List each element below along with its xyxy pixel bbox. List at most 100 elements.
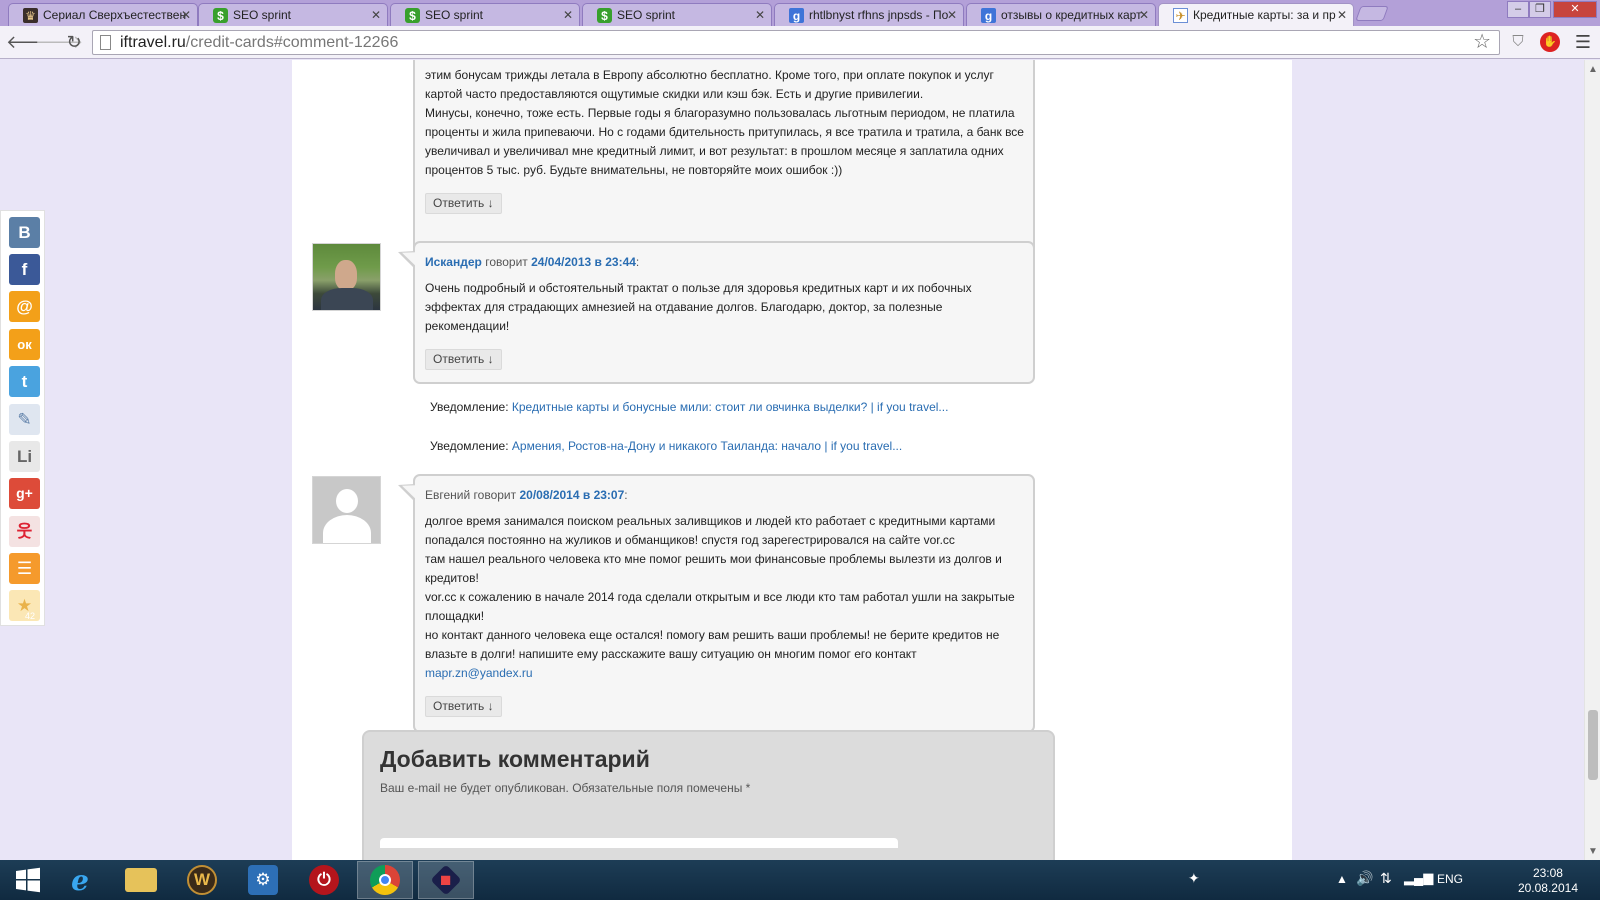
- clock-time: 23:08: [1532, 866, 1563, 880]
- googleplus-icon[interactable]: g+: [9, 478, 40, 509]
- tab-0[interactable]: ♛ Сериал Сверхъестествен ✕: [8, 3, 198, 26]
- vertical-scrollbar[interactable]: ▲ ▼: [1584, 60, 1600, 860]
- page-content: этим бонусам трижды летала в Европу абсо…: [292, 60, 1292, 860]
- network-sync-icon[interactable]: ⇅: [1380, 870, 1392, 887]
- language-indicator[interactable]: ENG: [1437, 872, 1463, 886]
- windows-logo-icon: [16, 867, 40, 893]
- close-icon[interactable]: ✕: [371, 4, 381, 26]
- address-bar[interactable]: iftravel.ru/credit-cards#comment-12266 ☆: [92, 30, 1500, 55]
- favorites-count: 42: [25, 611, 36, 621]
- comment-paragraph: этим бонусам трижды летала в Европу абсо…: [425, 68, 994, 101]
- avatar: [312, 243, 381, 311]
- drama-icon: ♛: [23, 8, 38, 23]
- close-icon[interactable]: ✕: [755, 4, 765, 26]
- new-tab-button[interactable]: [1355, 6, 1389, 21]
- taskbar-ie[interactable]: e: [52, 861, 108, 899]
- taskbar-explorer[interactable]: [113, 861, 169, 899]
- comment-iskander: Искандер говорит 24/04/2013 в 23:44: Оче…: [413, 241, 1035, 384]
- taskbar-game[interactable]: ◆: [418, 861, 474, 899]
- reload-button[interactable]: ↻: [63, 31, 85, 53]
- volume-icon[interactable]: 🔊: [1356, 870, 1373, 887]
- taskbar-power[interactable]: ⏻: [296, 861, 352, 899]
- reload-icon: ↻: [66, 32, 82, 52]
- vkontakte-icon[interactable]: В: [9, 217, 40, 248]
- facebook-icon[interactable]: f: [9, 254, 40, 285]
- says-label: говорит: [473, 488, 517, 502]
- rss-icon[interactable]: ☰: [9, 553, 40, 584]
- pingback-link[interactable]: Кредитные карты и бонусные мили: стоит л…: [512, 400, 949, 414]
- comment-evgeniy: Евгений говорит 20/08/2014 в 23:07: долг…: [413, 474, 1035, 733]
- mailru-icon[interactable]: @: [9, 291, 40, 322]
- tab-5[interactable]: g отзывы о кредитных карт ✕: [966, 3, 1156, 26]
- chrome-icon: [370, 865, 400, 895]
- taskbar-wow[interactable]: W: [174, 861, 230, 899]
- tray-expand-icon[interactable]: ▲: [1336, 872, 1348, 886]
- close-icon[interactable]: ✕: [1139, 4, 1149, 26]
- comment-paragraph: но контакт данного человека еще остался!…: [425, 628, 1000, 661]
- tab-strip: ♛ Сериал Сверхъестествен ✕ $ SEO sprint …: [0, 0, 1600, 26]
- email-link[interactable]: mapr.zn@yandex.ru: [425, 666, 533, 680]
- scroll-down-icon[interactable]: ▼: [1588, 846, 1598, 857]
- close-icon[interactable]: ✕: [947, 4, 957, 26]
- wow-icon: W: [187, 865, 217, 895]
- seosprint-icon: $: [597, 8, 612, 23]
- tab-label: SEO sprint: [233, 8, 292, 22]
- comment-paragraph: Очень подробный и обстоятельный трактат …: [425, 281, 972, 333]
- maximize-button[interactable]: ❐: [1529, 1, 1551, 18]
- reply-button[interactable]: Ответить ↓: [425, 193, 502, 214]
- clock-date: 20.08.2014: [1517, 881, 1578, 895]
- twitter-icon[interactable]: t: [9, 366, 40, 397]
- tab-3[interactable]: $ SEO sprint ✕: [582, 3, 772, 26]
- pingback-item: Уведомление: Армения, Ростов-на-Дону и н…: [430, 439, 902, 453]
- forward-button[interactable]: 🡒: [35, 31, 83, 53]
- tab-label: отзывы о кредитных карт: [1001, 8, 1142, 22]
- close-icon[interactable]: ✕: [1337, 4, 1347, 26]
- clock[interactable]: 23:08 20.08.2014: [1518, 866, 1578, 896]
- comment-paragraph: долгое время занимался поиском реальных …: [425, 514, 996, 547]
- reply-button[interactable]: Ответить ↓: [425, 696, 502, 717]
- share-sidebar: В f @ ок t ✎ Li g+ 웃 ☰ ★ 42: [0, 210, 45, 626]
- app-settings-icon: ⚙: [248, 865, 278, 895]
- tab-4[interactable]: g rhtlbnyst rfhns jnpsds - По ✕: [774, 3, 964, 26]
- page-viewport: этим бонусам трижды летала в Европу абсо…: [0, 60, 1584, 860]
- reply-button[interactable]: Ответить ↓: [425, 349, 502, 370]
- signal-icon[interactable]: ▂▄▆: [1404, 870, 1433, 886]
- liveinternet-icon[interactable]: Li: [9, 441, 40, 472]
- url-text[interactable]: iftravel.ru/credit-cards#comment-12266: [120, 33, 398, 53]
- tab-label: SEO sprint: [617, 8, 676, 22]
- comment-date-link[interactable]: 20/08/2014 в 23:07: [519, 488, 624, 502]
- menu-icon[interactable]: ☰: [1573, 32, 1593, 52]
- comment-body: долгое время занимался поиском реальных …: [425, 512, 1024, 683]
- taskbar-chrome[interactable]: [357, 861, 413, 899]
- tab-1[interactable]: $ SEO sprint ✕: [198, 3, 388, 26]
- scrollbar-thumb[interactable]: [1588, 710, 1598, 780]
- tab-label: Кредитные карты: за и пр: [1193, 8, 1336, 22]
- back-button[interactable]: 🡐: [6, 31, 54, 53]
- livejournal-icon[interactable]: ✎: [9, 404, 40, 435]
- taskbar-app[interactable]: ⚙: [235, 861, 291, 899]
- tab-2[interactable]: $ SEO sprint ✕: [390, 3, 580, 26]
- comment-meta: Евгений говорит 20/08/2014 в 23:07:: [425, 488, 628, 502]
- comment-date-link[interactable]: 24/04/2013 в 23:44: [531, 255, 636, 269]
- odnoklassniki-icon[interactable]: ок: [9, 329, 40, 360]
- pingback-item: Уведомление: Кредитные карты и бонусные …: [430, 400, 948, 414]
- page-icon: [100, 35, 111, 50]
- google-icon: g: [981, 8, 996, 23]
- add-comment-form: Добавить комментарий Ваш e-mail не будет…: [362, 730, 1055, 860]
- moikrug-icon[interactable]: 웃: [9, 516, 40, 547]
- close-window-button[interactable]: ✕: [1553, 1, 1597, 18]
- start-button[interactable]: [0, 861, 56, 899]
- comment-input[interactable]: [380, 838, 898, 848]
- close-icon[interactable]: ✕: [181, 4, 191, 26]
- bookmark-star-icon[interactable]: ☆: [1473, 31, 1491, 54]
- comment-author-link[interactable]: Искандер: [425, 255, 482, 269]
- minimize-button[interactable]: –: [1507, 1, 1529, 18]
- tab-6[interactable]: ✈ Кредитные карты: за и пр ✕: [1158, 3, 1354, 26]
- comment-body: Очень подробный и обстоятельный трактат …: [425, 279, 1024, 336]
- shield-icon[interactable]: ⛉: [1508, 32, 1528, 52]
- adblock-icon[interactable]: ✋: [1540, 32, 1560, 52]
- system-tray: ✦ ▲ 🔊 ⇅ ▂▄▆ ENG 23:08 20.08.2014: [1188, 860, 1600, 900]
- close-icon[interactable]: ✕: [563, 4, 573, 26]
- pingback-link[interactable]: Армения, Ростов-на-Дону и никакого Таила…: [512, 439, 902, 453]
- scroll-up-icon[interactable]: ▲: [1588, 64, 1598, 75]
